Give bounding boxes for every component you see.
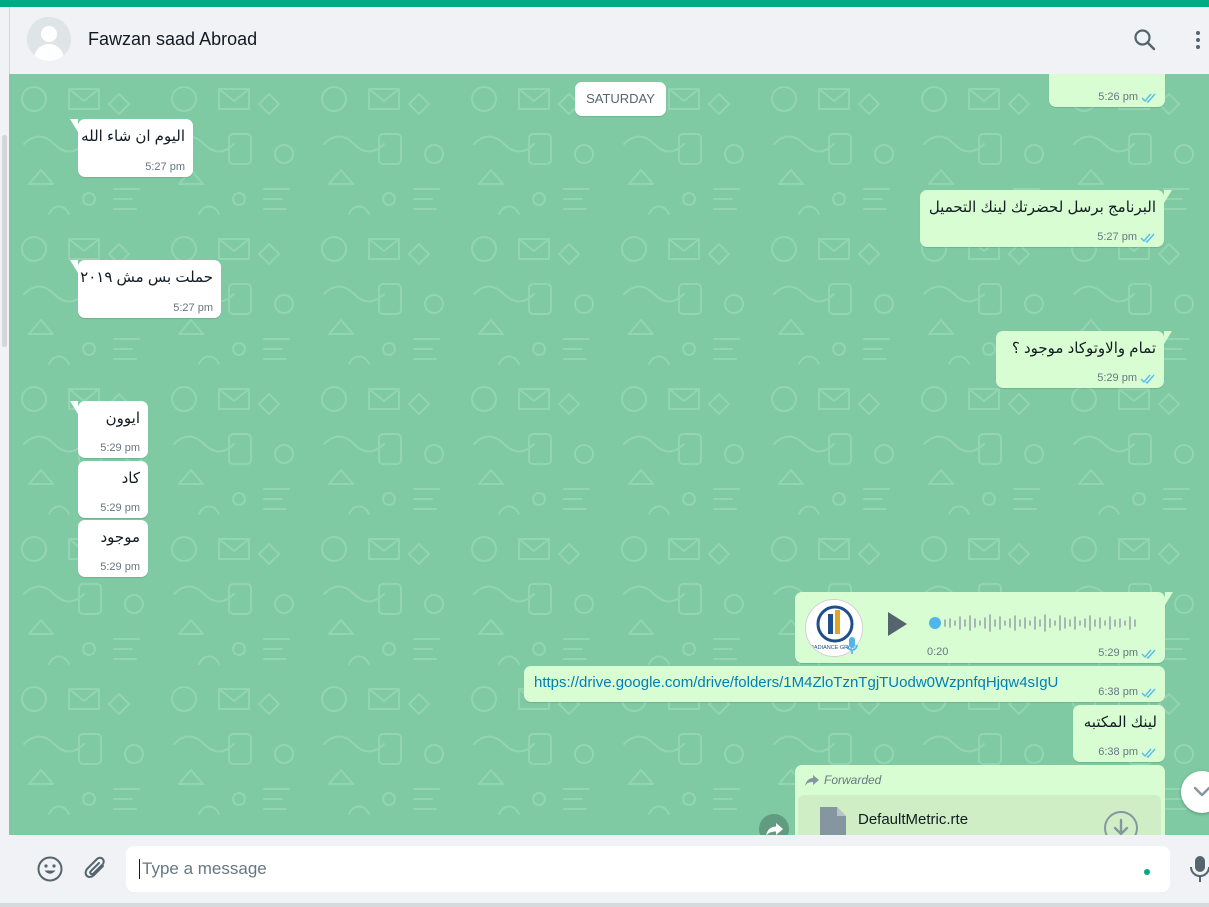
message-meta: 6:38 pm <box>1098 686 1157 698</box>
forward-message-button[interactable] <box>759 814 789 835</box>
left-panel-scrollbar[interactable] <box>2 135 7 347</box>
message-meta: 5:26 pm <box>1098 91 1157 103</box>
contact-name[interactable]: Fawzan saad Abroad <box>88 29 257 50</box>
left-panel-edge <box>0 7 9 907</box>
message-incoming[interactable]: حملت بس مش ٢٠١٩ 5:27 pm <box>70 260 221 318</box>
message-text: حملت بس مش ٢٠١٩ <box>80 269 213 286</box>
status-dot <box>1144 869 1150 875</box>
chat-header[interactable]: Fawzan saad Abroad <box>9 7 1209 74</box>
message-link[interactable]: https://drive.google.com/drive/folders/1… <box>534 674 1058 691</box>
message-input[interactable] <box>126 846 1170 892</box>
read-receipt-icon <box>1140 233 1155 243</box>
message-meta: 5:29 pm <box>100 561 140 573</box>
message-meta: 5:29 pm <box>100 502 140 514</box>
message-text: ايوون <box>105 410 140 427</box>
search-icon[interactable] <box>1132 27 1158 53</box>
chat-wallpaper <box>9 74 1209 835</box>
date-divider: SATURDAY <box>575 82 666 116</box>
message-text: البرنامج برسل لحضرتك لينك التحميل <box>928 199 1156 216</box>
chevron-down-icon <box>1193 786 1209 797</box>
emoji-icon[interactable] <box>36 855 64 883</box>
file-attachment[interactable]: DefaultMetric.rte <box>798 795 1161 835</box>
message-outgoing[interactable]: 5:26 pm <box>1049 74 1165 107</box>
voice-duration: 0:20 <box>927 646 949 658</box>
voice-message[interactable]: RADIANCE GROUP 0:20 5:29 pm <box>795 592 1173 663</box>
attach-icon[interactable] <box>83 855 109 883</box>
message-time: 5:29 pm <box>100 561 140 573</box>
forward-icon <box>766 823 783 835</box>
message-text: كاد <box>121 470 140 487</box>
message-time: 5:27 pm <box>145 161 185 173</box>
scroll-to-bottom-button[interactable] <box>1181 771 1209 813</box>
bubble-tail <box>1164 190 1172 203</box>
mic-icon[interactable] <box>1189 854 1209 884</box>
read-receipt-icon <box>1141 93 1156 103</box>
message-time: 5:27 pm <box>1097 231 1137 243</box>
message-incoming[interactable]: اليوم ان شاء الله 5:27 pm <box>70 119 193 177</box>
message-meta: 5:27 pm <box>173 302 213 314</box>
document-icon <box>818 807 846 835</box>
forwarded-label: Forwarded <box>805 773 881 787</box>
play-icon[interactable] <box>885 610 909 638</box>
message-meta: 6:38 pm <box>1098 746 1157 758</box>
read-receipt-icon <box>1141 688 1156 698</box>
message-text: اليوم ان شاء الله <box>81 128 185 145</box>
bubble-tail <box>70 401 78 414</box>
message-meta: 5:29 pm <box>1098 647 1157 659</box>
mic-icon <box>845 636 859 656</box>
window-bottom-border <box>0 903 1209 907</box>
forward-icon <box>805 774 819 786</box>
text-cursor <box>139 859 140 879</box>
file-name: DefaultMetric.rte <box>858 811 969 828</box>
read-receipt-icon <box>1141 748 1156 758</box>
bubble-tail <box>70 119 78 132</box>
bubble-tail <box>70 260 78 273</box>
message-text: موجود <box>100 529 141 546</box>
read-receipt-icon <box>1140 374 1155 384</box>
voice-waveform[interactable] <box>929 611 1141 635</box>
message-meta: 5:29 pm <box>100 442 140 454</box>
message-time: 5:26 pm <box>1098 91 1138 103</box>
message-time: 5:27 pm <box>173 302 213 314</box>
message-meta: 5:29 pm <box>1097 372 1156 384</box>
message-time: 5:29 pm <box>1098 647 1138 659</box>
message-outgoing[interactable]: لينك المكتبه 6:38 pm <box>1073 705 1165 762</box>
forwarded-file-message[interactable]: Forwarded DefaultMetric.rte <box>795 765 1165 835</box>
message-incoming[interactable]: موجود 5:29 pm <box>78 520 148 577</box>
message-time: 5:29 pm <box>100 442 140 454</box>
message-text: تمام والاوتوكاد موجود ؟ <box>1011 340 1156 357</box>
message-text: لينك المكتبه <box>1083 714 1157 731</box>
message-meta: 5:27 pm <box>145 161 185 173</box>
message-time: 6:38 pm <box>1098 686 1138 698</box>
message-incoming[interactable]: كاد 5:29 pm <box>78 461 148 518</box>
message-outgoing[interactable]: البرنامج برسل لحضرتك لينك التحميل 5:27 p… <box>920 190 1172 247</box>
message-time: 6:38 pm <box>1098 746 1138 758</box>
conversation-panel[interactable]: 5:26 pm SATURDAY اليوم ان شاء الله 5:27 … <box>9 74 1209 835</box>
menu-icon[interactable] <box>1193 27 1203 53</box>
message-outgoing[interactable]: https://drive.google.com/drive/folders/1… <box>524 666 1165 702</box>
message-incoming[interactable]: ايوون 5:29 pm <box>70 401 148 458</box>
bubble-tail <box>1165 592 1173 605</box>
bubble-tail <box>1164 331 1172 344</box>
download-icon[interactable] <box>1103 810 1139 835</box>
read-receipt-icon <box>1141 649 1156 659</box>
top-accent-bar <box>0 0 1209 7</box>
contact-avatar[interactable] <box>27 17 71 61</box>
message-meta: 5:27 pm <box>1097 231 1156 243</box>
message-composer[interactable] <box>9 835 1209 903</box>
message-outgoing[interactable]: تمام والاوتوكاد موجود ؟ 5:29 pm <box>996 331 1172 388</box>
message-time: 5:29 pm <box>1097 372 1137 384</box>
message-time: 5:29 pm <box>100 502 140 514</box>
